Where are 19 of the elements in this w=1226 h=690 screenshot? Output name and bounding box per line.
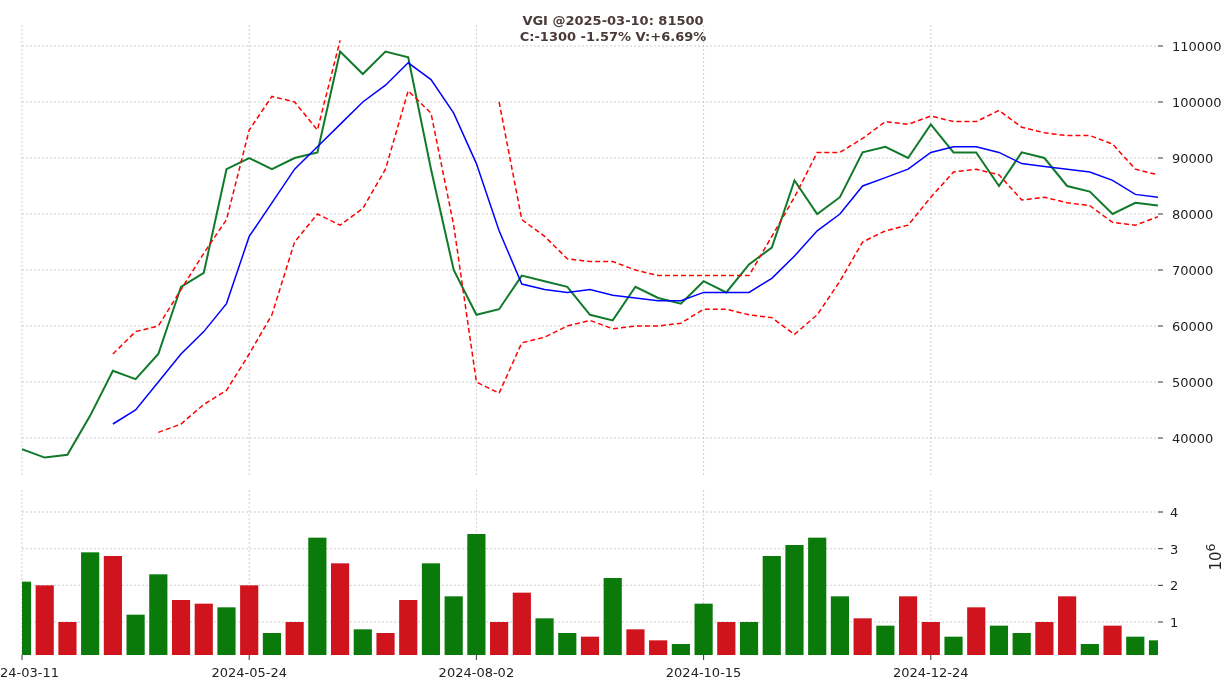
axis-label: 2024-10-15 — [665, 665, 742, 680]
axis-label: 2024-08-02 — [438, 665, 515, 680]
chart-title: VGI @2025-03-10: 81500 — [522, 13, 704, 28]
axis-label: 24-03-11 — [0, 665, 59, 680]
axis-label: 60000 — [1172, 319, 1214, 335]
axis-label: 40000 — [1172, 431, 1214, 447]
axis-label: 70000 — [1172, 263, 1214, 278]
axis-label: 3 — [1170, 541, 1179, 557]
axis-label: 2024-05-24 — [211, 665, 287, 680]
axis-label: 2 — [1170, 578, 1179, 594]
axis-label: 50000 — [1172, 375, 1214, 391]
axis-label: 90000 — [1172, 151, 1214, 166]
axis-label: 2024-12-24 — [893, 665, 969, 680]
axis-label: 110000 — [1172, 39, 1222, 54]
price-stats: C:-1300 -1.57% V:+6.69% — [519, 29, 707, 44]
axis-label: 1 — [1170, 615, 1179, 630]
axis-label: 80000 — [1172, 207, 1214, 222]
axis-label: 100000 — [1172, 95, 1222, 110]
axis-label: 4 — [1170, 505, 1179, 520]
